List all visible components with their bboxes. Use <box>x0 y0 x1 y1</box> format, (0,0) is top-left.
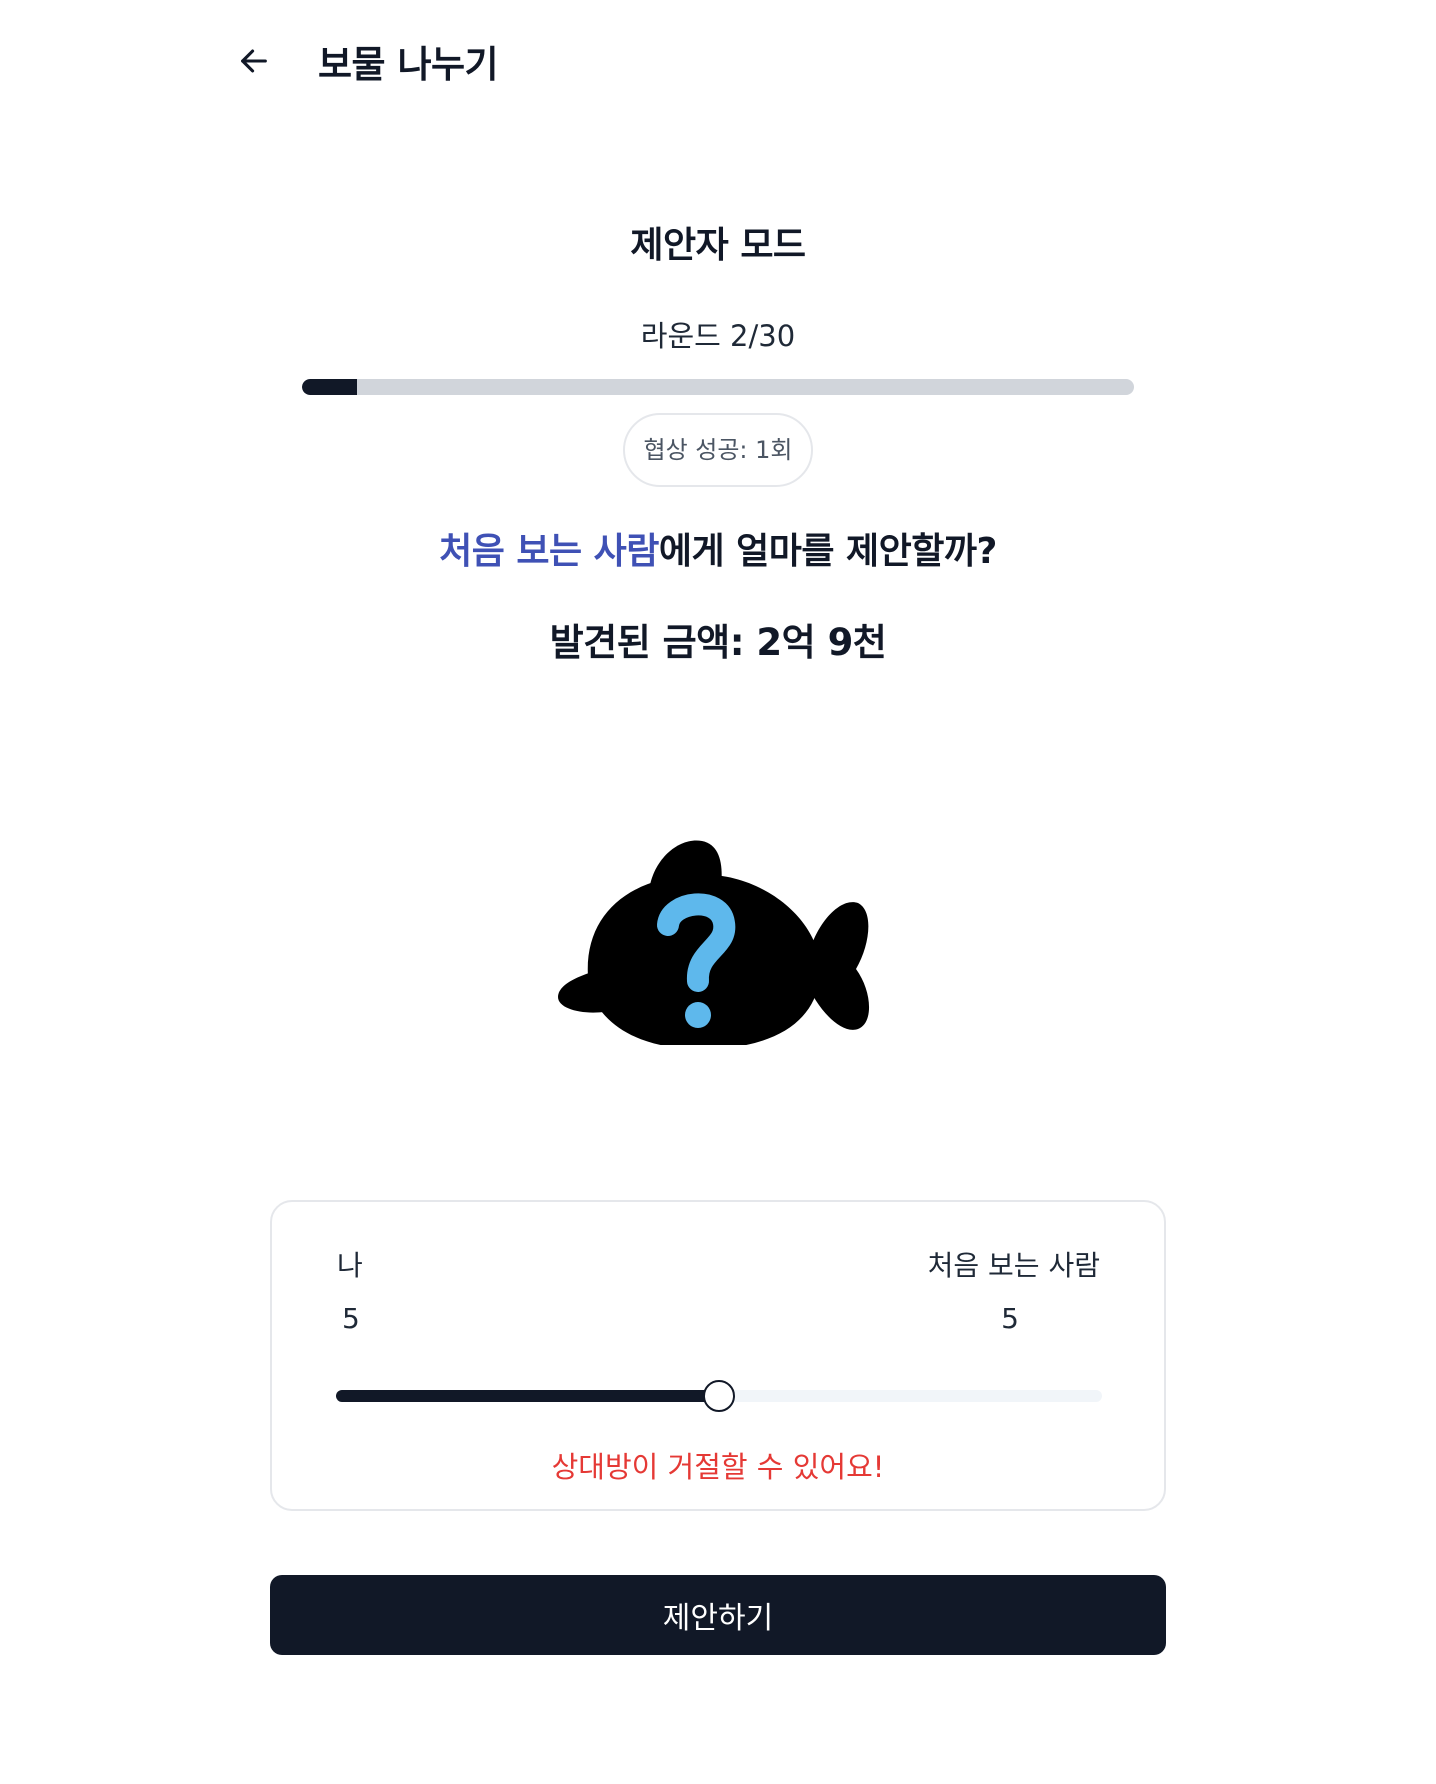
success-badge-row: 협상 성공: 1회 <box>0 413 1436 487</box>
split-slider[interactable] <box>336 1378 1102 1412</box>
found-amount: 발견된 금액: 2억 9천 <box>549 621 887 664</box>
header: 보물 나누기 <box>236 36 499 86</box>
round-progress-bar <box>302 379 1134 395</box>
me-label: 나 <box>337 1249 363 1282</box>
back-button[interactable] <box>230 37 278 85</box>
success-count-badge: 협상 성공: 1회 <box>623 413 813 487</box>
round-indicator: 라운드 2/30 <box>640 319 796 353</box>
arrow-left-icon <box>241 49 267 73</box>
rejection-warning: 상대방이 거절할 수 있어요! <box>551 1450 885 1484</box>
page: 보물 나누기 제안자 모드 라운드 2/30 협상 성공: 1회 처음 보는 사… <box>0 0 1436 1784</box>
question-text: 에게 얼마를 제안할까? <box>658 531 998 572</box>
slider-fill <box>336 1390 719 1402</box>
partner-share-value: 5 <box>1001 1302 1019 1335</box>
mode-title: 제안자 모드 <box>630 225 806 266</box>
question-mark-dot <box>685 1002 711 1028</box>
partner-label: 처음 보는 사람 <box>927 1249 1100 1282</box>
partner-name-highlight: 처음 보는 사람 <box>439 531 659 572</box>
slider-thumb[interactable] <box>703 1380 735 1412</box>
mystery-fish-icon <box>558 840 870 1045</box>
split-card: 나 처음 보는 사람 5 5 상대방이 거절할 수 있어요! <box>270 1200 1166 1511</box>
offer-question: 처음 보는 사람에게 얼마를 제안할까? <box>0 522 1436 574</box>
round-progress-fill <box>302 379 358 395</box>
submit-offer-button[interactable]: 제안하기 <box>270 1575 1166 1655</box>
page-title: 보물 나누기 <box>318 43 499 86</box>
me-share-value: 5 <box>342 1302 360 1335</box>
